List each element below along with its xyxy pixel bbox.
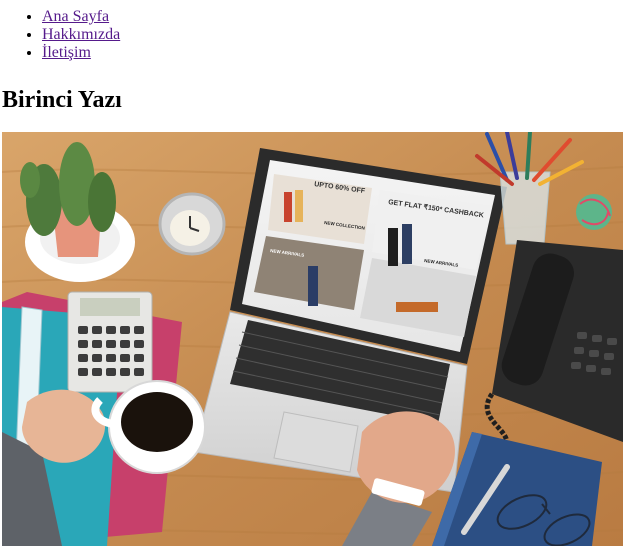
desk-scene: UPTO 60% OFF GET FLAT ₹150* CASHBACK NEW… bbox=[2, 132, 623, 546]
post-image: UPTO 60% OFF GET FLAT ₹150* CASHBACK NEW… bbox=[2, 132, 623, 546]
nav-link-home[interactable]: Ana Sayfa bbox=[42, 8, 109, 25]
phone-keys bbox=[571, 332, 617, 375]
post-title: Birinci Yazı bbox=[2, 87, 122, 113]
nav-link-contact[interactable]: İletişim bbox=[42, 44, 91, 61]
nav-item-about: Hakkımızda bbox=[42, 26, 120, 44]
nav-link-about[interactable]: Hakkımızda bbox=[42, 26, 120, 43]
nav-item-contact: İletişim bbox=[42, 44, 120, 62]
nav-menu: Ana Sayfa Hakkımızda İletişim bbox=[0, 8, 120, 62]
coffee bbox=[121, 392, 193, 452]
nav-item-home: Ana Sayfa bbox=[42, 8, 120, 26]
cactus-right bbox=[88, 172, 116, 232]
